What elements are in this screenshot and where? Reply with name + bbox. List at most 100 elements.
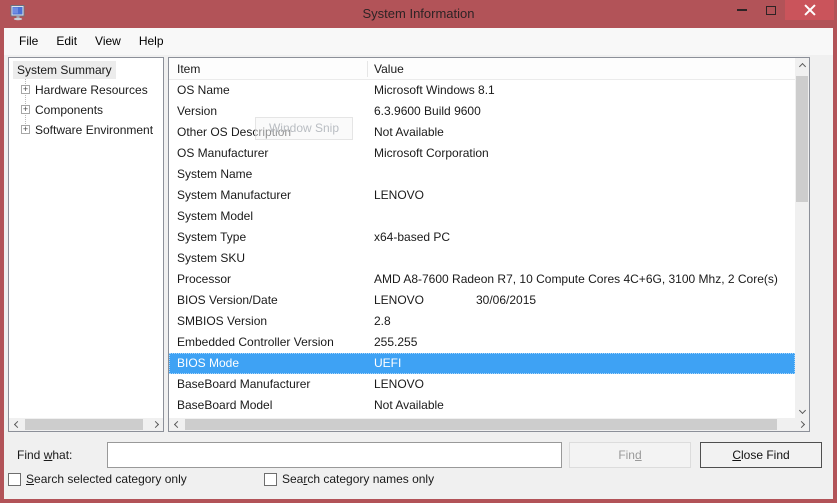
table-row[interactable]: System Manufacturer LENOVO [169, 185, 795, 206]
menu-help[interactable]: Help [130, 28, 173, 55]
menu-edit[interactable]: Edit [47, 28, 86, 55]
table-row[interactable]: System Model [169, 206, 795, 227]
value-cell: 255.255 [374, 332, 417, 353]
expand-plus-icon[interactable]: + [21, 125, 30, 134]
value-cell: 2.8 [374, 311, 391, 332]
value-cell: Microsoft Windows 8.1 [374, 80, 495, 101]
tree-item-components[interactable]: + Components [9, 100, 163, 120]
minimize-icon [737, 9, 747, 11]
search-selected-category-checkbox[interactable]: Search selected category only [8, 471, 187, 487]
category-tree-panel: System Summary + Hardware Resources + Compon… [8, 57, 164, 432]
checkbox-icon [8, 473, 21, 486]
checkbox-label: Search category names only [282, 472, 434, 486]
value2-cell: 30/06/2015 [476, 290, 536, 311]
scrollbar-thumb[interactable] [796, 76, 808, 202]
window-title: System Information [0, 0, 837, 28]
maximize-icon [766, 6, 776, 15]
table-row[interactable]: BIOS Version/Date LENOVO 30/06/2015 [169, 290, 795, 311]
scroll-right-icon[interactable] [795, 418, 809, 431]
column-header-value[interactable]: Value [374, 58, 404, 80]
close-find-button[interactable]: Close Find [700, 442, 822, 468]
value-cell: LENOVO [374, 290, 424, 311]
table-row[interactable]: BaseBoard Model Not Available [169, 395, 795, 416]
column-divider[interactable] [367, 61, 368, 77]
tree-horizontal-scrollbar[interactable] [9, 418, 163, 431]
item-cell: System SKU [177, 248, 367, 269]
window-border-bottom [0, 499, 837, 503]
item-cell: System Type [177, 227, 367, 248]
table-row[interactable]: OS Name Microsoft Windows 8.1 [169, 80, 795, 101]
checkbox-icon [264, 473, 277, 486]
horizontal-scrollbar[interactable] [169, 418, 809, 431]
item-cell: BaseBoard Model [177, 395, 367, 416]
column-header-item[interactable]: Item [177, 58, 200, 80]
tree-item-system-summary[interactable]: System Summary [9, 60, 163, 80]
item-cell: SMBIOS Version [177, 311, 367, 332]
search-category-names-checkbox[interactable]: Search category names only [264, 471, 434, 487]
scroll-left-icon[interactable] [9, 418, 23, 431]
value-cell: Not Available [374, 395, 444, 416]
tree-item-label: System Summary [13, 61, 116, 79]
table-row[interactable]: BIOS Mode UEFI [169, 353, 795, 374]
scrollbar-thumb[interactable] [185, 419, 777, 430]
window-snip-ghost: Window Snip [255, 117, 353, 140]
item-cell: Processor [177, 269, 367, 290]
close-icon [804, 4, 816, 16]
expand-plus-icon[interactable]: + [21, 105, 30, 114]
value-cell: AMD A8-7600 Radeon R7, 10 Compute Cores … [374, 269, 778, 290]
system-information-window: System Information FileEditViewHelp Syst… [0, 0, 837, 503]
find-input[interactable] [107, 442, 562, 468]
item-cell: BIOS Version/Date [177, 290, 367, 311]
maximize-button[interactable] [757, 0, 785, 20]
item-cell: System Name [177, 164, 367, 185]
tree-item-label: Software Environment [35, 120, 153, 140]
item-cell: OS Name [177, 80, 367, 101]
category-tree: System Summary + Hardware Resources + Compon… [9, 60, 163, 140]
tree-item-software-environment[interactable]: + Software Environment [9, 120, 163, 140]
tree-item-label: Components [35, 100, 103, 120]
item-cell: System Manufacturer [177, 185, 367, 206]
minimize-button[interactable] [727, 0, 757, 20]
table-row[interactable]: System SKU [169, 248, 795, 269]
titlebar[interactable]: System Information [0, 0, 837, 28]
find-what-label: Find what: [17, 442, 72, 468]
scroll-right-icon[interactable] [149, 418, 163, 431]
scroll-down-icon[interactable] [795, 404, 809, 418]
expand-plus-icon[interactable]: + [21, 85, 30, 94]
table-row[interactable]: OS Manufacturer Microsoft Corporation [169, 143, 795, 164]
value-cell: 6.3.9600 Build 9600 [374, 101, 481, 122]
table-row[interactable]: Embedded Controller Version 255.255 [169, 332, 795, 353]
menu-view[interactable]: View [86, 28, 130, 55]
scroll-up-icon[interactable] [795, 58, 809, 72]
value-cell: UEFI [374, 353, 401, 374]
value-cell: Not Available [374, 122, 444, 143]
value-cell: x64-based PC [374, 227, 450, 248]
item-cell: BaseBoard Manufacturer [177, 374, 367, 395]
menu-bar: FileEditViewHelp [4, 28, 833, 55]
find-button[interactable]: Find [569, 442, 691, 468]
value-cell: LENOVO [374, 185, 424, 206]
tree-item-label: Hardware Resources [35, 80, 148, 100]
scroll-left-icon[interactable] [169, 418, 183, 431]
item-cell: Embedded Controller Version [177, 332, 367, 353]
item-cell: BIOS Mode [177, 353, 367, 374]
table-row[interactable]: SMBIOS Version 2.8 [169, 311, 795, 332]
item-cell: OS Manufacturer [177, 143, 367, 164]
checkbox-label: Search selected category only [26, 472, 187, 486]
table-row[interactable]: System Type x64-based PC [169, 227, 795, 248]
list-header: Item Value [169, 58, 795, 80]
table-row[interactable]: BaseBoard Manufacturer LENOVO [169, 374, 795, 395]
value-cell: LENOVO [374, 374, 424, 395]
table-row[interactable]: System Name [169, 164, 795, 185]
close-button[interactable] [785, 0, 834, 20]
item-cell: System Model [177, 206, 367, 227]
window-border-right [833, 28, 837, 503]
menu-file[interactable]: File [10, 28, 47, 55]
details-panel: Item Value OS Name Microsoft Windows 8.1V… [168, 57, 810, 432]
vertical-scrollbar[interactable] [795, 58, 809, 418]
value-cell: Microsoft Corporation [374, 143, 489, 164]
tree-item-hardware-resources[interactable]: + Hardware Resources [9, 80, 163, 100]
table-row[interactable]: Processor AMD A8-7600 Radeon R7, 10 Compu… [169, 269, 795, 290]
client-area: System Summary + Hardware Resources + Compon… [4, 55, 833, 499]
scrollbar-thumb[interactable] [25, 419, 143, 430]
